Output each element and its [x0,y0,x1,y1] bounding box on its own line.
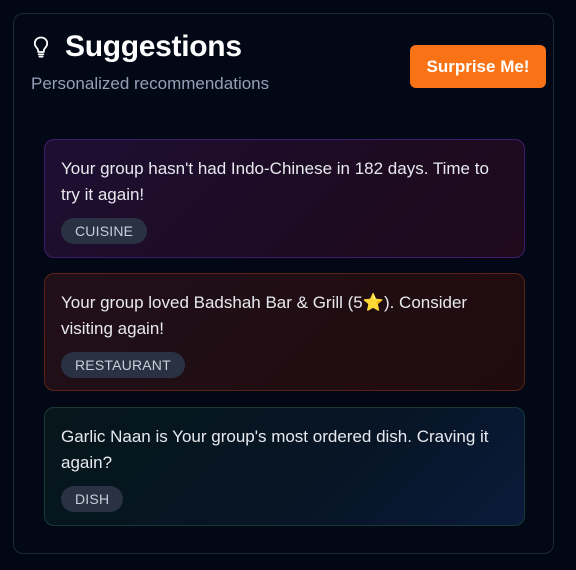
lightbulb-icon [31,34,51,60]
surprise-me-button[interactable]: Surprise Me! [410,45,546,88]
suggestion-card-restaurant[interactable]: Your group loved Badshah Bar & Grill (5⭐… [44,273,525,391]
suggestion-text-start: Your group loved Badshah Bar & Grill (5 [61,293,363,312]
suggestions-header: Suggestions Personalized recommendations… [31,30,546,110]
suggestion-tag: DISH [61,486,124,512]
suggestion-text: Garlic Naan is Your group's most ordered… [61,427,489,472]
page-title: Suggestions [65,30,242,63]
suggestion-card-dish[interactable]: Garlic Naan is Your group's most ordered… [44,407,525,526]
star-icon: ⭐ [362,293,384,312]
suggestion-tag: RESTAURANT [61,352,185,378]
suggestion-text: Your group loved Badshah Bar & Grill (5⭐… [61,290,508,342]
suggestion-card-cuisine[interactable]: Your group hasn't had Indo-Chinese in 18… [44,139,525,258]
suggestion-tag: CUISINE [61,218,148,244]
suggestion-text: Your group hasn't had Indo-Chinese in 18… [61,159,489,204]
